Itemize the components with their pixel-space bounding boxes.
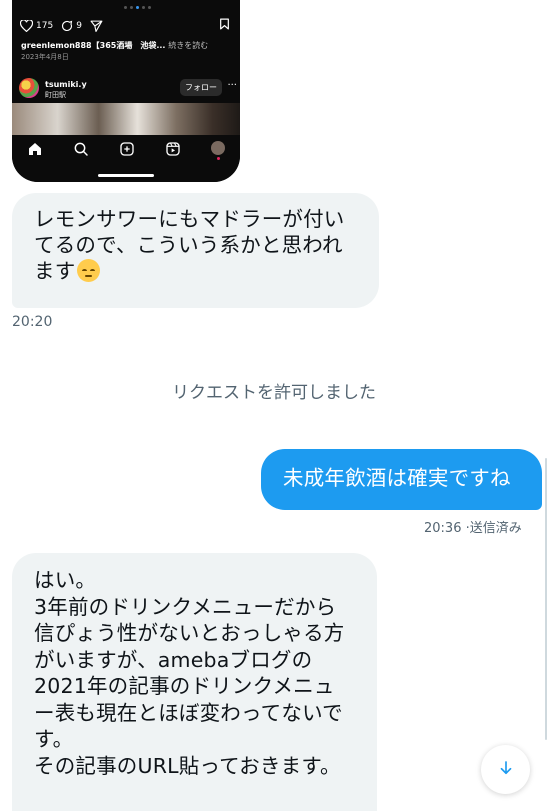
ig-profile-icon [211,141,225,160]
arrow-down-icon [497,759,515,781]
ig-action-bar: 175 9 [20,17,232,35]
message-line: てるので、こういう系かと思われ [34,233,343,257]
ig-location: 町田駅 [45,91,66,99]
ig-post-date: 2023年4月8日 [21,53,69,61]
instagram-screenshot-image[interactable]: 175 9 greenlemon888【365酒場 池袋... 続きを読む 20… [12,0,240,182]
comment-count: 9 [76,21,82,31]
add-post-icon [119,141,135,157]
ig-more-icon: ··· [227,80,237,91]
message-line: 信ぴょう性がないとおっしゃる方 [34,621,345,645]
ig-follow-button: フォロー [180,79,222,96]
message-line: がいますが、amebaブログの [34,647,313,672]
message-line: ー表も現在とほぼ変わってないで [34,700,343,725]
ig-caption-more: 続きを読む [168,41,209,50]
ig-user-row: tsumiki.y 町田駅 フォロー ··· [19,78,237,100]
ig-photo-strip [12,103,240,135]
reels-icon [165,141,181,157]
message-bubble-incoming[interactable]: レモンサワーにもマドラーが付い てるので、こういう系かと思われ ます [12,193,379,308]
carousel-dots [124,6,151,9]
message-line: はい。 [34,568,97,592]
ig-username: tsumiki.y [45,80,87,89]
message-line: その記事のURL貼っておきます。 [34,753,341,778]
message-bubble-outgoing[interactable]: 未成年飲酒は確実ですね [261,449,542,510]
home-indicator [98,174,154,177]
comment-icon [61,20,73,32]
message-timestamp: 20:36 [424,521,462,536]
message-line: 2021年の記事のドリンクメニュ [34,674,335,698]
message-status: 送信済み [469,521,522,536]
ig-caption-text: 【365酒場 池袋... [91,41,166,50]
meta-separator: · [461,521,470,536]
message-meta: 20:36 ·送信済み [424,517,522,536]
share-icon [90,20,103,32]
ig-avatar [19,78,39,98]
message-bubble-incoming[interactable]: はい。 3年前のドリンクメニューだから 信ぴょう性がないとおっしゃる方 がいます… [12,553,377,811]
ig-caption: greenlemon888【365酒場 池袋... 続きを読む [21,40,208,51]
message-line: レモンサワーにもマドラーが付い [34,207,345,231]
ig-caption-user: greenlemon888 [21,41,92,50]
request-accepted-note: リクエストを許可しました [172,383,376,403]
heart-icon [20,20,33,32]
message-line: す。 [34,727,74,751]
message-line: ます [34,259,76,283]
message-line: 未成年飲酒は確実ですね [283,466,511,490]
like-count: 175 [36,21,54,31]
scrollbar[interactable] [545,458,547,740]
message-line: 3年前のドリンクメニューだから [34,594,337,619]
search-icon [73,141,89,157]
scroll-to-bottom-button[interactable] [481,745,530,794]
home-icon [27,141,43,157]
message-timestamp: 20:20 [12,314,53,330]
bookmark-icon [219,18,230,30]
pensive-face-icon [77,259,101,282]
